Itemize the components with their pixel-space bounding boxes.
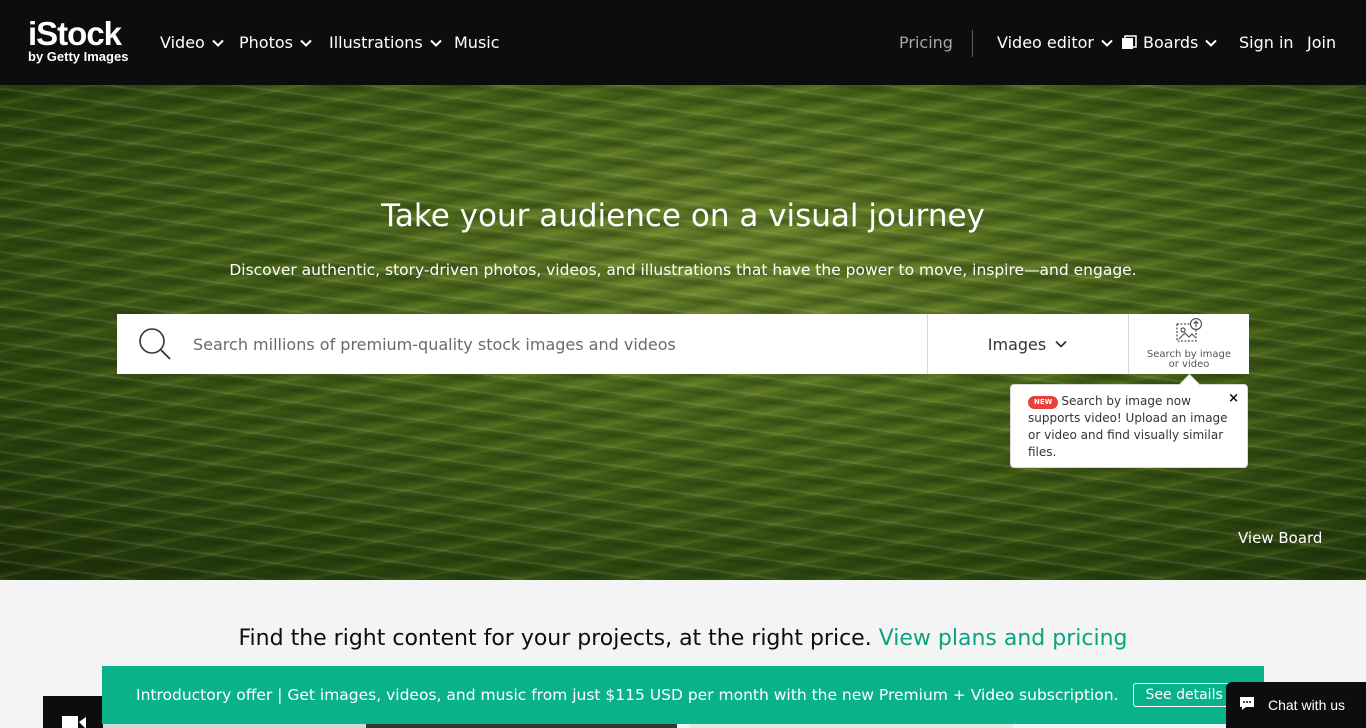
new-badge: NEW	[1028, 396, 1059, 409]
introductory-offer-banner: Introductory offer | Get images, videos,…	[102, 666, 1264, 724]
nav-join[interactable]: Join	[1307, 32, 1336, 54]
view-plans-link[interactable]: View plans and pricing	[879, 626, 1128, 651]
image-search-tooltip: NEW Search by image now supports video! U…	[1010, 384, 1248, 468]
nav-video[interactable]: Video	[160, 32, 225, 54]
close-icon[interactable]: ×	[1228, 390, 1239, 407]
logo-wordmark: iStock	[28, 15, 122, 52]
chevron-down-icon	[211, 36, 225, 50]
media-type-value: Images	[987, 334, 1047, 354]
nav-illustrations-label: Illustrations	[329, 33, 423, 52]
chat-label: Chat with us	[1268, 697, 1346, 713]
nav-video-label: Video	[160, 33, 205, 52]
nav-video-editor-label: Video editor	[997, 33, 1094, 52]
chevron-down-icon	[1204, 36, 1218, 50]
search-by-image-button[interactable]: Search by image or video	[1128, 314, 1249, 374]
hero-banner: Take your audience on a visual journey D…	[0, 85, 1366, 580]
view-board-link[interactable]: View Board	[1238, 529, 1322, 547]
chat-bubble-icon	[1238, 695, 1258, 716]
nav-pricing[interactable]: Pricing	[899, 32, 953, 54]
pricing-heading: Find the right content for your projects…	[0, 626, 1366, 651]
nav-photos[interactable]: Photos	[239, 32, 313, 54]
nav-boards-label: Boards	[1143, 33, 1199, 52]
chevron-down-icon	[429, 36, 443, 50]
boards-icon	[1121, 35, 1137, 51]
nav-music-label: Music	[454, 33, 500, 52]
search-input[interactable]	[193, 314, 927, 374]
nav-sign-in[interactable]: Sign in	[1239, 32, 1294, 54]
hero-subtitle: Discover authentic, story-driven photos,…	[229, 261, 1137, 279]
search-by-image-label: Search by image or video	[1146, 349, 1232, 370]
nav-music[interactable]: Music	[454, 32, 500, 54]
nav-video-editor[interactable]: Video editor	[997, 32, 1114, 54]
search-bar: Images Search by image or video	[117, 314, 1249, 374]
chat-button[interactable]: Chat with us	[1226, 682, 1366, 728]
chevron-down-icon	[299, 36, 313, 50]
video-camera-icon	[61, 714, 87, 728]
nav-divider	[972, 30, 973, 57]
pricing-heading-text: Find the right content for your projects…	[238, 626, 872, 651]
see-details-button[interactable]: See details	[1132, 683, 1236, 707]
nav-illustrations[interactable]: Illustrations	[329, 32, 443, 54]
logo-byline: by Getty Images	[28, 49, 129, 64]
search-icon[interactable]	[117, 314, 193, 374]
hero-title: Take your audience on a visual journey	[381, 198, 985, 234]
image-upload-icon	[1175, 317, 1203, 347]
istock-logo[interactable]: iStock by Getty Images	[28, 15, 138, 70]
offer-text: Introductory offer | Get images, videos,…	[136, 686, 1119, 704]
tooltip-text: Search by image now supports video! Uplo…	[1028, 394, 1228, 459]
video-thumbnail[interactable]	[43, 696, 103, 728]
chevron-down-icon	[1054, 337, 1068, 351]
top-navigation: iStock by Getty Images Video Photos Illu…	[0, 0, 1366, 85]
nav-boards[interactable]: Boards	[1121, 32, 1218, 54]
media-type-select[interactable]: Images	[927, 314, 1128, 374]
chevron-down-icon	[1100, 36, 1114, 50]
nav-photos-label: Photos	[239, 33, 293, 52]
